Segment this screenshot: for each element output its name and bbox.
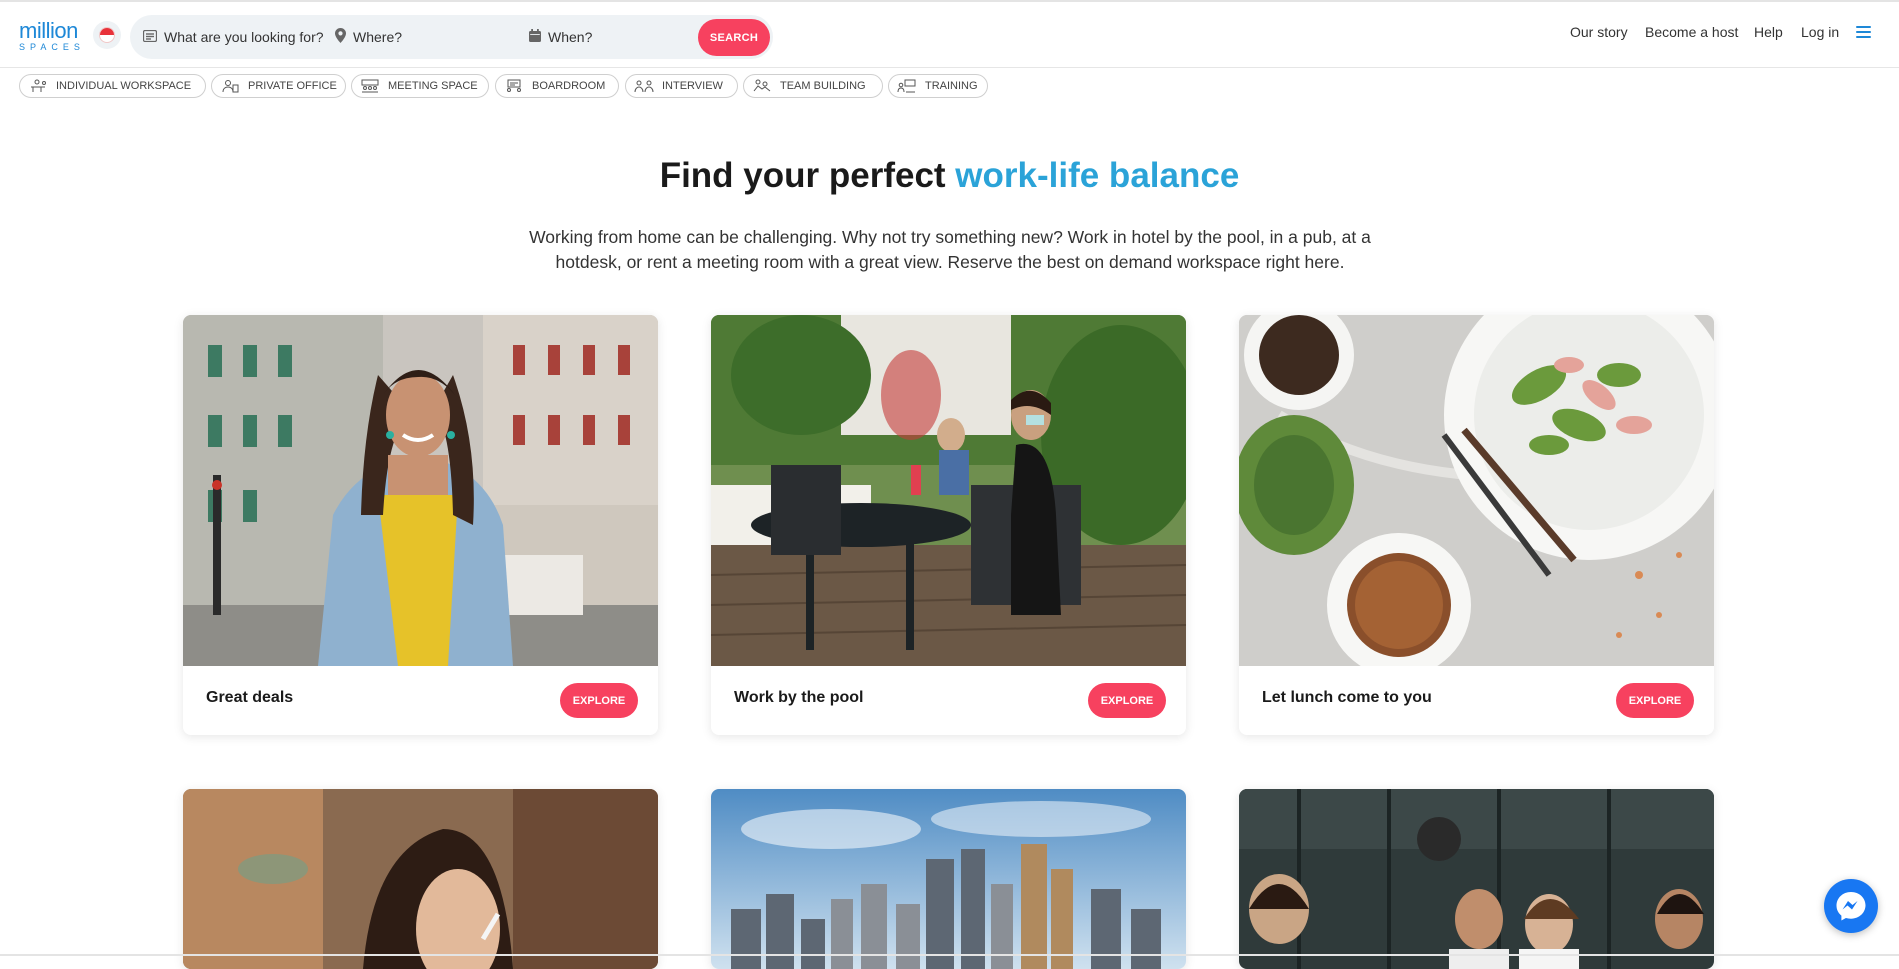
card-row2-city-skyline[interactable]: [711, 789, 1186, 969]
card-caption: Let lunch come to you: [1262, 689, 1432, 706]
category-interview[interactable]: INTERVIEW: [625, 74, 738, 98]
private-office-icon: [220, 79, 240, 93]
category-label: INDIVIDUAL WORKSPACE: [56, 80, 192, 92]
nav-log-in[interactable]: Log in: [1801, 24, 1839, 40]
explore-button[interactable]: EXPLORE: [1616, 683, 1694, 718]
card-let-lunch-come-to-you[interactable]: Let lunch come to you EXPLORE: [1239, 315, 1714, 735]
card-work-by-the-pool[interactable]: Work by the pool EXPLORE: [711, 315, 1186, 735]
site-header: million SPACES What are you looking for?…: [0, 2, 1899, 68]
individual-workspace-icon: [28, 79, 48, 93]
explore-button[interactable]: EXPLORE: [560, 683, 638, 718]
category-team-building[interactable]: TEAM BUILDING: [743, 74, 883, 98]
card-image-lunch-table: [1239, 315, 1714, 666]
category-label: INTERVIEW: [662, 80, 723, 92]
nav-our-story[interactable]: Our story: [1570, 24, 1628, 40]
search-button[interactable]: SEARCH: [698, 19, 770, 56]
card-row2-friends-cafe[interactable]: [1239, 789, 1714, 969]
category-meeting-space[interactable]: MEETING SPACE: [351, 74, 489, 98]
card-image-poolside-workspace: [711, 315, 1186, 666]
category-training[interactable]: TRAINING: [888, 74, 988, 98]
what-placeholder: What are you looking for?: [164, 29, 324, 45]
page-subtitle: Working from home can be challenging. Wh…: [529, 227, 1371, 272]
card-image-woman-denim-jacket: [183, 315, 658, 666]
explore-button[interactable]: EXPLORE: [1088, 683, 1166, 718]
when-field[interactable]: When?: [529, 15, 689, 59]
page-title-plain: Find your perfect: [659, 156, 956, 195]
category-label: MEETING SPACE: [388, 80, 478, 92]
interview-icon: [634, 79, 654, 93]
logo-wordmark-bottom: SPACES: [19, 42, 85, 52]
boardroom-icon: [504, 79, 524, 93]
calendar-icon: [529, 29, 541, 45]
hamburger-menu-icon[interactable]: [1856, 26, 1871, 39]
card-caption: Work by the pool: [734, 689, 864, 706]
category-label: TEAM BUILDING: [780, 80, 866, 92]
list-icon: [142, 29, 158, 45]
card-image-friends-cafe: [1239, 789, 1714, 969]
page-title-accent: work-life balance: [955, 156, 1240, 195]
category-individual-workspace[interactable]: INDIVIDUAL WORKSPACE: [19, 74, 206, 98]
search-bar: What are you looking for? Where? When?: [130, 15, 773, 59]
training-icon: [897, 79, 917, 93]
card-caption: Great deals: [206, 689, 294, 706]
nav-become-a-host[interactable]: Become a host: [1645, 24, 1738, 40]
singapore-flag-icon[interactable]: [93, 21, 121, 49]
team-building-icon: [752, 79, 772, 93]
category-label: BOARDROOM: [532, 80, 606, 92]
when-placeholder: When?: [548, 29, 593, 45]
what-field[interactable]: What are you looking for?: [142, 15, 333, 59]
page-title: Find your perfect work-life balance: [0, 156, 1899, 196]
category-label: TRAINING: [925, 80, 978, 92]
where-field[interactable]: Where?: [335, 15, 515, 59]
category-boardroom[interactable]: BOARDROOM: [495, 74, 619, 98]
messenger-icon: [1836, 892, 1866, 921]
logo[interactable]: million SPACES: [19, 20, 81, 52]
messenger-chat-button[interactable]: [1824, 879, 1878, 933]
meeting-space-icon: [360, 79, 380, 93]
category-label: PRIVATE OFFICE: [248, 80, 337, 92]
card-image-woman-writing: [183, 789, 658, 969]
logo-wordmark-top: million: [19, 18, 78, 43]
card-row2-woman-writing[interactable]: [183, 789, 658, 969]
card-image-city-skyline: [711, 789, 1186, 969]
nav-help[interactable]: Help: [1754, 24, 1783, 40]
category-private-office[interactable]: PRIVATE OFFICE: [211, 74, 346, 98]
card-great-deals[interactable]: Great deals EXPLORE: [183, 315, 658, 735]
where-placeholder: Where?: [353, 29, 403, 45]
map-pin-icon: [335, 28, 346, 46]
